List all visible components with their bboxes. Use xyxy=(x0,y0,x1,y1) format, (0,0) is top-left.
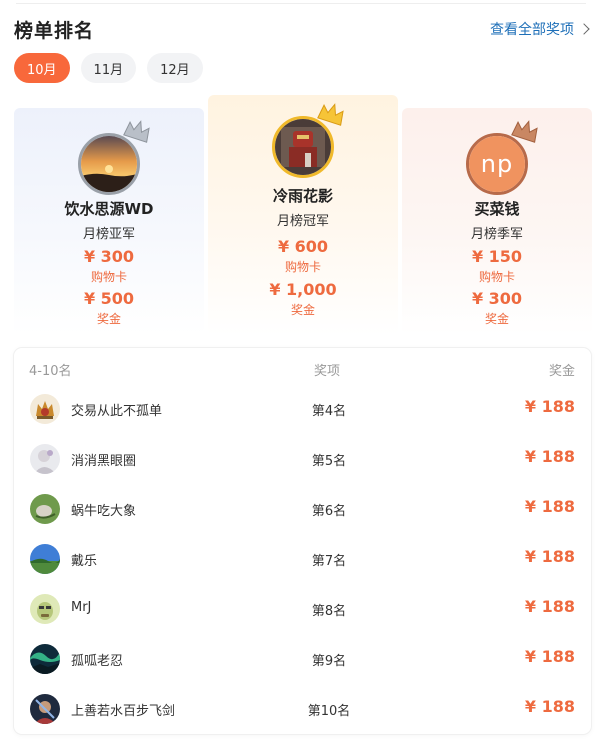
header-rank-range: 4-10名 xyxy=(29,364,72,379)
first-place-rank: 月榜冠军 xyxy=(276,214,329,229)
avatar xyxy=(30,594,60,624)
row-prize: ¥ 188 xyxy=(524,497,575,516)
row-place: 第7名 xyxy=(311,554,347,569)
snail-avatar-image xyxy=(30,494,60,524)
row-prize: ¥ 188 xyxy=(524,397,575,416)
robot-avatar-image xyxy=(275,119,331,175)
avatar xyxy=(30,444,60,474)
row-place: 第9名 xyxy=(311,654,347,669)
row-place: 第10名 xyxy=(307,704,351,719)
third-place-card-amount: ¥ 150 xyxy=(471,247,523,266)
first-place-bonus-amount: ¥ 1,000 xyxy=(269,280,337,299)
third-place-bonus-amount: ¥ 300 xyxy=(471,289,523,308)
landscape-avatar-image xyxy=(30,544,60,574)
tab-december[interactable]: 12月 xyxy=(147,53,203,83)
first-place-card-amount: ¥ 600 xyxy=(277,237,329,256)
aurora-avatar-image xyxy=(30,644,60,674)
row-prize: ¥ 188 xyxy=(524,647,575,666)
avatar-third: np xyxy=(466,120,538,195)
header-award: 奖项 xyxy=(314,364,341,379)
ranking-list-header: 4-10名 奖项 奖金 xyxy=(14,348,591,386)
tab-october[interactable]: 10月 xyxy=(14,53,70,83)
third-place-rank: 月榜季军 xyxy=(470,227,523,242)
initials-avatar: np xyxy=(469,136,525,192)
row-name: 戴乐 xyxy=(71,554,98,569)
second-place-card-label: 购物卡 xyxy=(90,270,127,284)
avatar xyxy=(30,394,60,424)
avatar xyxy=(78,133,140,195)
third-place-bonus-label: 奖金 xyxy=(484,312,509,326)
row-place: 第4名 xyxy=(311,404,347,419)
row-prize: ¥ 188 xyxy=(524,547,575,566)
sunset-avatar-image xyxy=(81,136,137,192)
list-row[interactable]: 孤呱老忍 第9名 ¥ 188 xyxy=(14,635,591,685)
second-place-bonus-amount: ¥ 500 xyxy=(83,289,135,308)
podium-first-place[interactable]: 冷雨花影 月榜冠军 ¥ 600 购物卡 ¥ 1,000 奖金 xyxy=(208,95,398,335)
list-row[interactable]: 上善若水百步飞剑 第10名 ¥ 188 xyxy=(14,685,591,735)
avatar xyxy=(30,544,60,574)
avatar xyxy=(30,644,60,674)
row-prize: ¥ 188 xyxy=(524,597,575,616)
avatar-first xyxy=(272,103,344,178)
third-place-card-label: 购物卡 xyxy=(478,270,515,284)
avatar xyxy=(272,116,334,178)
row-place: 第6名 xyxy=(311,504,347,519)
second-place-card-amount: ¥ 300 xyxy=(83,247,135,266)
view-all-awards-label: 查看全部奖项 xyxy=(490,22,574,38)
list-row[interactable]: 交易从此不孤单 第4名 ¥ 188 xyxy=(14,385,591,435)
avatar xyxy=(30,694,60,724)
row-name: 孤呱老忍 xyxy=(71,654,124,669)
ape-avatar-image xyxy=(30,594,60,624)
top-divider xyxy=(16,3,586,4)
row-name: 交易从此不孤单 xyxy=(71,404,163,419)
avatar xyxy=(30,494,60,524)
row-name: MrJ xyxy=(71,600,92,615)
first-place-name: 冷雨花影 xyxy=(272,187,333,205)
list-row[interactable]: 消消黑眼圈 第5名 ¥ 188 xyxy=(14,435,591,485)
row-prize: ¥ 188 xyxy=(524,447,575,466)
second-place-bonus-label: 奖金 xyxy=(96,312,121,326)
row-place: 第5名 xyxy=(311,454,347,469)
sketch-avatar-image xyxy=(30,444,60,474)
list-row[interactable]: MrJ 第8名 ¥ 188 xyxy=(14,585,591,635)
podium-third-place[interactable]: np 买菜钱 月榜季军 ¥ 150 购物卡 ¥ 300 奖金 xyxy=(402,108,592,335)
avatar-second xyxy=(78,120,150,195)
avatar: np xyxy=(466,133,528,195)
list-row[interactable]: 戴乐 第7名 ¥ 188 xyxy=(14,535,591,585)
ranking-list: 4-10名 奖项 奖金 交易从此不孤单 第4名 ¥ 188 消消黑眼圈 第5名 … xyxy=(14,348,591,734)
second-place-rank: 月榜亚军 xyxy=(82,227,135,242)
row-place: 第8名 xyxy=(311,604,347,619)
third-place-name: 买菜钱 xyxy=(474,200,520,218)
podium-second-place[interactable]: 饮水思源WD 月榜亚军 ¥ 300 购物卡 ¥ 500 奖金 xyxy=(14,108,204,335)
row-name: 蜗牛吃大象 xyxy=(71,504,137,519)
chevron-right-icon xyxy=(578,23,590,35)
row-name: 上善若水百步飞剑 xyxy=(71,704,176,719)
warrior-avatar-image xyxy=(30,694,60,724)
first-place-bonus-label: 奖金 xyxy=(290,303,315,317)
list-row[interactable]: 蜗牛吃大象 第6名 ¥ 188 xyxy=(14,485,591,535)
page-title: 榜单排名 xyxy=(14,19,95,42)
second-place-name: 饮水思源WD xyxy=(64,200,154,218)
row-name: 消消黑眼圈 xyxy=(71,454,137,469)
row-prize: ¥ 188 xyxy=(524,697,575,716)
first-place-card-label: 购物卡 xyxy=(284,260,321,274)
view-all-awards-link[interactable]: 查看全部奖项 xyxy=(490,19,590,39)
header-prize: 奖金 xyxy=(548,364,575,379)
page-header: 榜单排名 查看全部奖项 xyxy=(14,14,590,44)
month-tabs: 10月 11月 12月 xyxy=(14,53,203,83)
tab-november[interactable]: 11月 xyxy=(80,53,137,83)
crest-avatar-image xyxy=(30,394,60,424)
